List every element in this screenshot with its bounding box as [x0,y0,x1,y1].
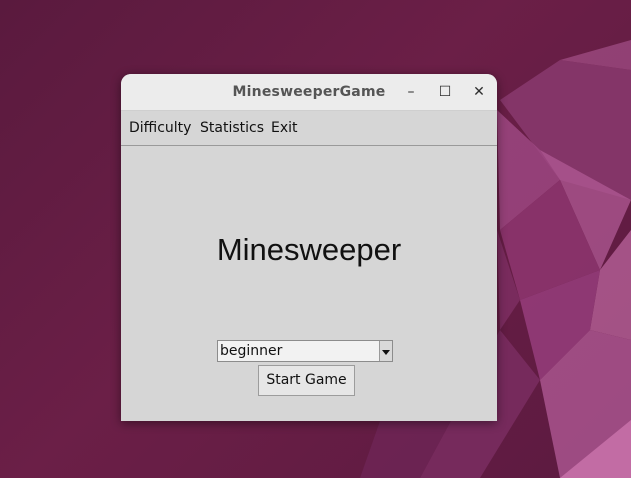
menu-bar: Difficulty Statistics Exit [121,111,497,146]
app-window: MinesweeperGame – ☐ ✕ Difficulty Statist… [121,74,497,421]
difficulty-select[interactable]: beginner [217,340,393,362]
maximize-button[interactable]: ☐ [435,82,455,102]
title-bar[interactable]: MinesweeperGame – ☐ ✕ [121,74,497,111]
main-content: Minesweeper beginner Start Game [121,146,497,421]
desktop: MinesweeperGame – ☐ ✕ Difficulty Statist… [0,0,631,478]
difficulty-select-value: beginner [220,343,283,359]
start-game-button[interactable]: Start Game [258,365,355,396]
close-button[interactable]: ✕ [469,82,489,102]
minimize-button[interactable]: – [401,82,421,102]
dropdown-arrow-icon[interactable] [379,341,392,361]
menu-item-difficulty[interactable]: Difficulty [129,111,191,145]
menu-item-statistics[interactable]: Statistics [200,111,264,145]
menu-item-exit[interactable]: Exit [271,111,298,145]
page-title: Minesweeper [216,232,402,267]
